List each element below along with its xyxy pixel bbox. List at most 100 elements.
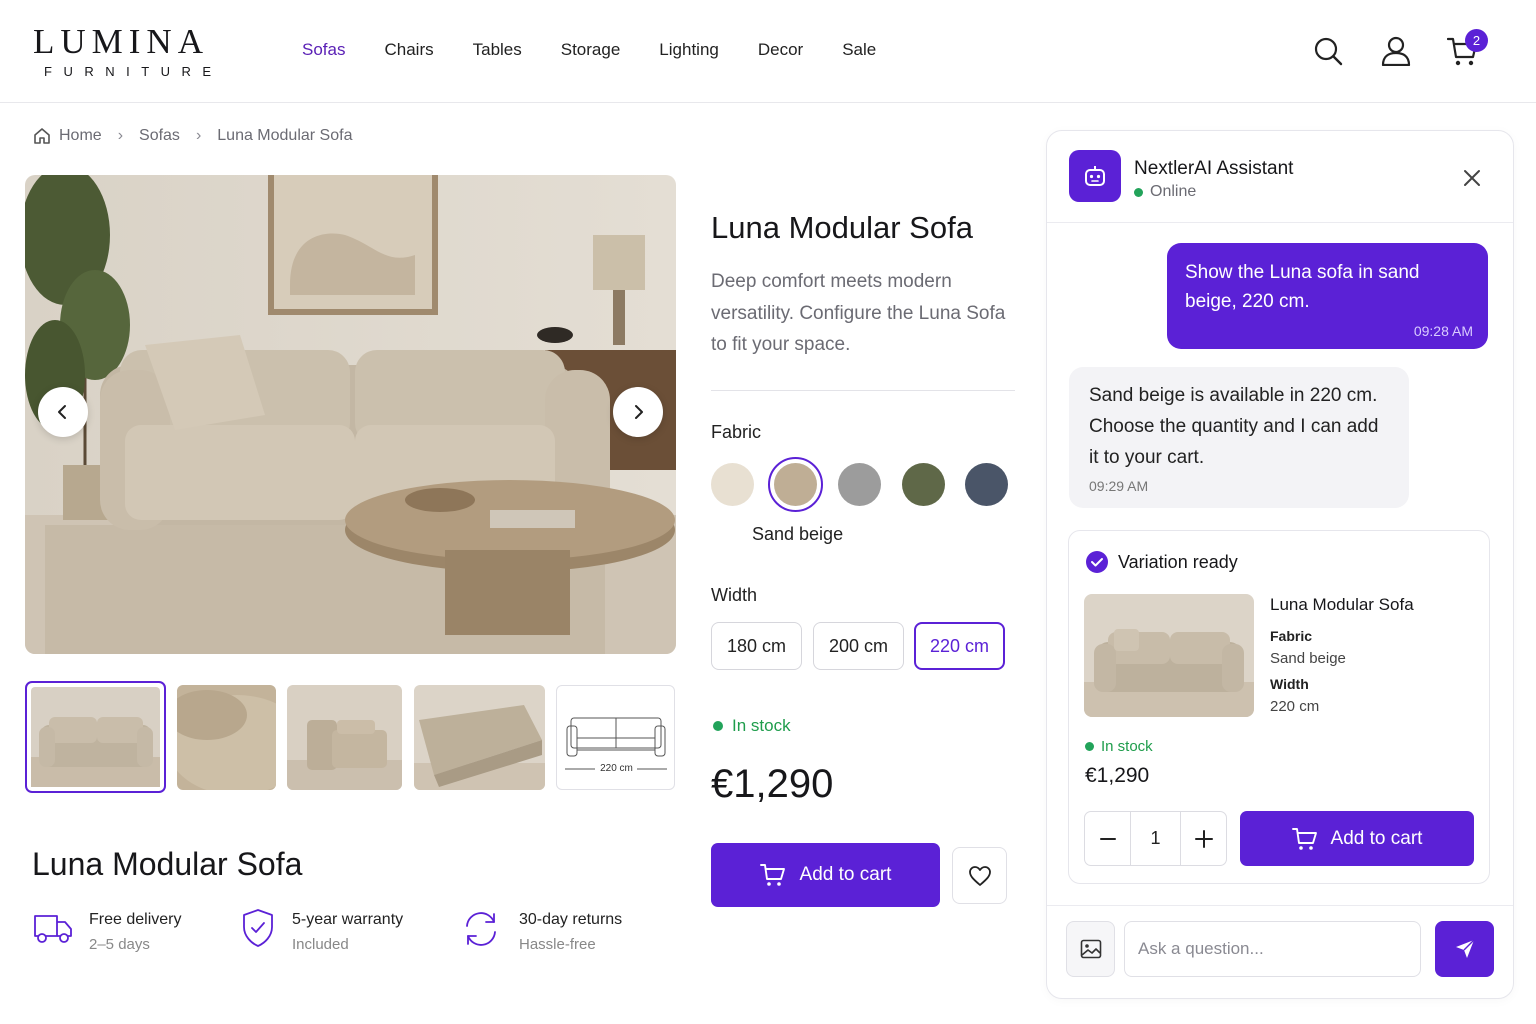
assistant-name: NextlerAI Assistant: [1134, 158, 1294, 179]
variation-width-value: 220 cm: [1270, 698, 1320, 715]
close-chat-button[interactable]: [1458, 164, 1486, 192]
heart-icon: [968, 865, 991, 886]
thumbnail-sofa-modular[interactable]: [287, 685, 402, 790]
stock-dot: [713, 721, 723, 731]
quantity-decrement-button[interactable]: [1085, 812, 1131, 865]
nav-item-decor[interactable]: Decor: [758, 40, 803, 60]
stock-text: In stock: [1101, 738, 1153, 755]
status-text: Online: [1150, 183, 1197, 200]
divider: [711, 390, 1015, 391]
truck-icon: [33, 910, 73, 946]
message-time: 09:29 AM: [1089, 478, 1149, 494]
quantity-stepper: 1: [1084, 811, 1227, 866]
stock-status: In stock: [713, 716, 791, 736]
shield-icon: [241, 908, 275, 948]
add-to-cart-label: Add to cart: [1330, 827, 1423, 849]
cart-count-badge: 2: [1465, 29, 1488, 52]
chat-input[interactable]: [1124, 921, 1421, 977]
quantity-value[interactable]: 1: [1131, 812, 1180, 865]
fabric-swatch-slate-blue[interactable]: [965, 463, 1008, 506]
divider: [1047, 222, 1513, 223]
bot-message: Sand beige is available in 220 cm. Choos…: [1069, 367, 1409, 508]
check-circle-icon: [1086, 551, 1108, 573]
feature-subtitle: Included: [292, 936, 349, 953]
fabric-swatch-sand-beige[interactable]: [774, 463, 817, 506]
message-text: Show the Luna sofa in sand beige, 220 cm…: [1185, 262, 1420, 312]
fabric-swatch-cream[interactable]: [711, 463, 754, 506]
variation-heading-text: Variation ready: [1118, 551, 1238, 572]
feature-returns: 30-day returns Hassle-free: [519, 911, 622, 953]
nav-item-lighting[interactable]: Lighting: [659, 40, 719, 60]
nav-item-sale[interactable]: Sale: [842, 40, 876, 60]
breadcrumb-current: Luna Modular Sofa: [217, 127, 353, 144]
brand-tagline: FURNITURE: [44, 64, 223, 79]
breadcrumb: Home › Sofas › Luna Modular Sofa: [33, 127, 352, 145]
nav-item-sofas[interactable]: Sofas: [302, 40, 345, 60]
returns-icon: [461, 909, 501, 949]
variation-image: [1084, 594, 1254, 717]
feature-warranty: 5-year warranty Included: [292, 911, 403, 953]
send-icon: [1455, 939, 1474, 958]
cart-icon: [759, 863, 786, 887]
nav-item-storage[interactable]: Storage: [561, 40, 621, 60]
fabric-label: Fabric: [711, 422, 762, 442]
product-title: Luna Modular Sofa: [711, 210, 973, 245]
message-time: 09:28 AM: [1413, 323, 1473, 339]
chevron-right-icon: ›: [117, 127, 124, 144]
nav-item-chairs[interactable]: Chairs: [384, 40, 433, 60]
feature-delivery: Free delivery 2–5 days: [89, 911, 181, 953]
thumbnail-fabric-closeup[interactable]: [177, 685, 276, 790]
gallery-next-button[interactable]: [613, 387, 663, 437]
image-icon: [1080, 939, 1101, 959]
variation-price: €1,290: [1085, 764, 1150, 787]
feature-subtitle: 2–5 days: [89, 936, 150, 953]
user-icon[interactable]: [1381, 36, 1411, 66]
product-price: €1,290: [711, 762, 834, 806]
online-dot: [1134, 187, 1143, 197]
variation-fabric-key: Fabric: [1270, 628, 1313, 644]
gallery-prev-button[interactable]: [38, 387, 88, 437]
attach-image-button[interactable]: [1066, 921, 1115, 977]
thumbnail-dimension-drawing[interactable]: 220 cm: [556, 685, 675, 790]
assistant-status: Online: [1134, 183, 1196, 201]
message-text: Sand beige is available in 220 cm. Choos…: [1089, 385, 1379, 468]
width-label: Width: [711, 585, 758, 605]
product-main-image: [25, 175, 676, 654]
breadcrumb-sofas[interactable]: Sofas: [139, 127, 180, 145]
wishlist-button[interactable]: [952, 847, 1007, 904]
home-icon[interactable]: [33, 127, 51, 145]
breadcrumb-home[interactable]: Home: [59, 127, 102, 145]
feature-title: 30-day returns: [519, 911, 623, 928]
variation-add-to-cart-button[interactable]: Add to cart: [1240, 811, 1474, 866]
chevron-left-icon: [58, 405, 66, 419]
feature-subtitle: Hassle-free: [519, 936, 596, 953]
cart-icon: [1291, 827, 1318, 851]
fabric-swatch-olive[interactable]: [902, 463, 945, 506]
product-title-secondary: Luna Modular Sofa: [32, 846, 303, 882]
feature-title: 5-year warranty: [292, 911, 404, 928]
quantity-increment-button[interactable]: [1180, 812, 1226, 865]
thumbnail-sofa-front[interactable]: [25, 681, 166, 793]
width-option-200[interactable]: 200 cm: [813, 622, 904, 670]
variation-product-name: Luna Modular Sofa: [1270, 595, 1414, 614]
send-message-button[interactable]: [1435, 921, 1494, 977]
search-icon[interactable]: [1313, 36, 1343, 66]
plus-icon: [1194, 829, 1213, 848]
bot-avatar: [1069, 150, 1121, 202]
fabric-swatch-grey[interactable]: [838, 463, 881, 506]
chevron-right-icon: ›: [195, 127, 202, 144]
variation-heading: Variation ready: [1086, 551, 1238, 573]
dimension-label: 220 cm: [600, 763, 633, 774]
nav-item-tables[interactable]: Tables: [473, 40, 522, 60]
width-option-180[interactable]: 180 cm: [711, 622, 802, 670]
feature-title: Free delivery: [89, 911, 182, 928]
divider: [1047, 905, 1513, 906]
robot-icon: [1085, 166, 1105, 186]
brand-logo[interactable]: LUMINA: [33, 22, 209, 62]
user-message: Show the Luna sofa in sand beige, 220 cm…: [1167, 243, 1488, 349]
add-to-cart-button[interactable]: Add to cart: [711, 843, 940, 907]
chevron-right-icon: [635, 405, 643, 419]
add-to-cart-label: Add to cart: [799, 864, 892, 885]
thumbnail-sofa-back[interactable]: [414, 685, 545, 790]
width-option-220[interactable]: 220 cm: [914, 622, 1005, 670]
